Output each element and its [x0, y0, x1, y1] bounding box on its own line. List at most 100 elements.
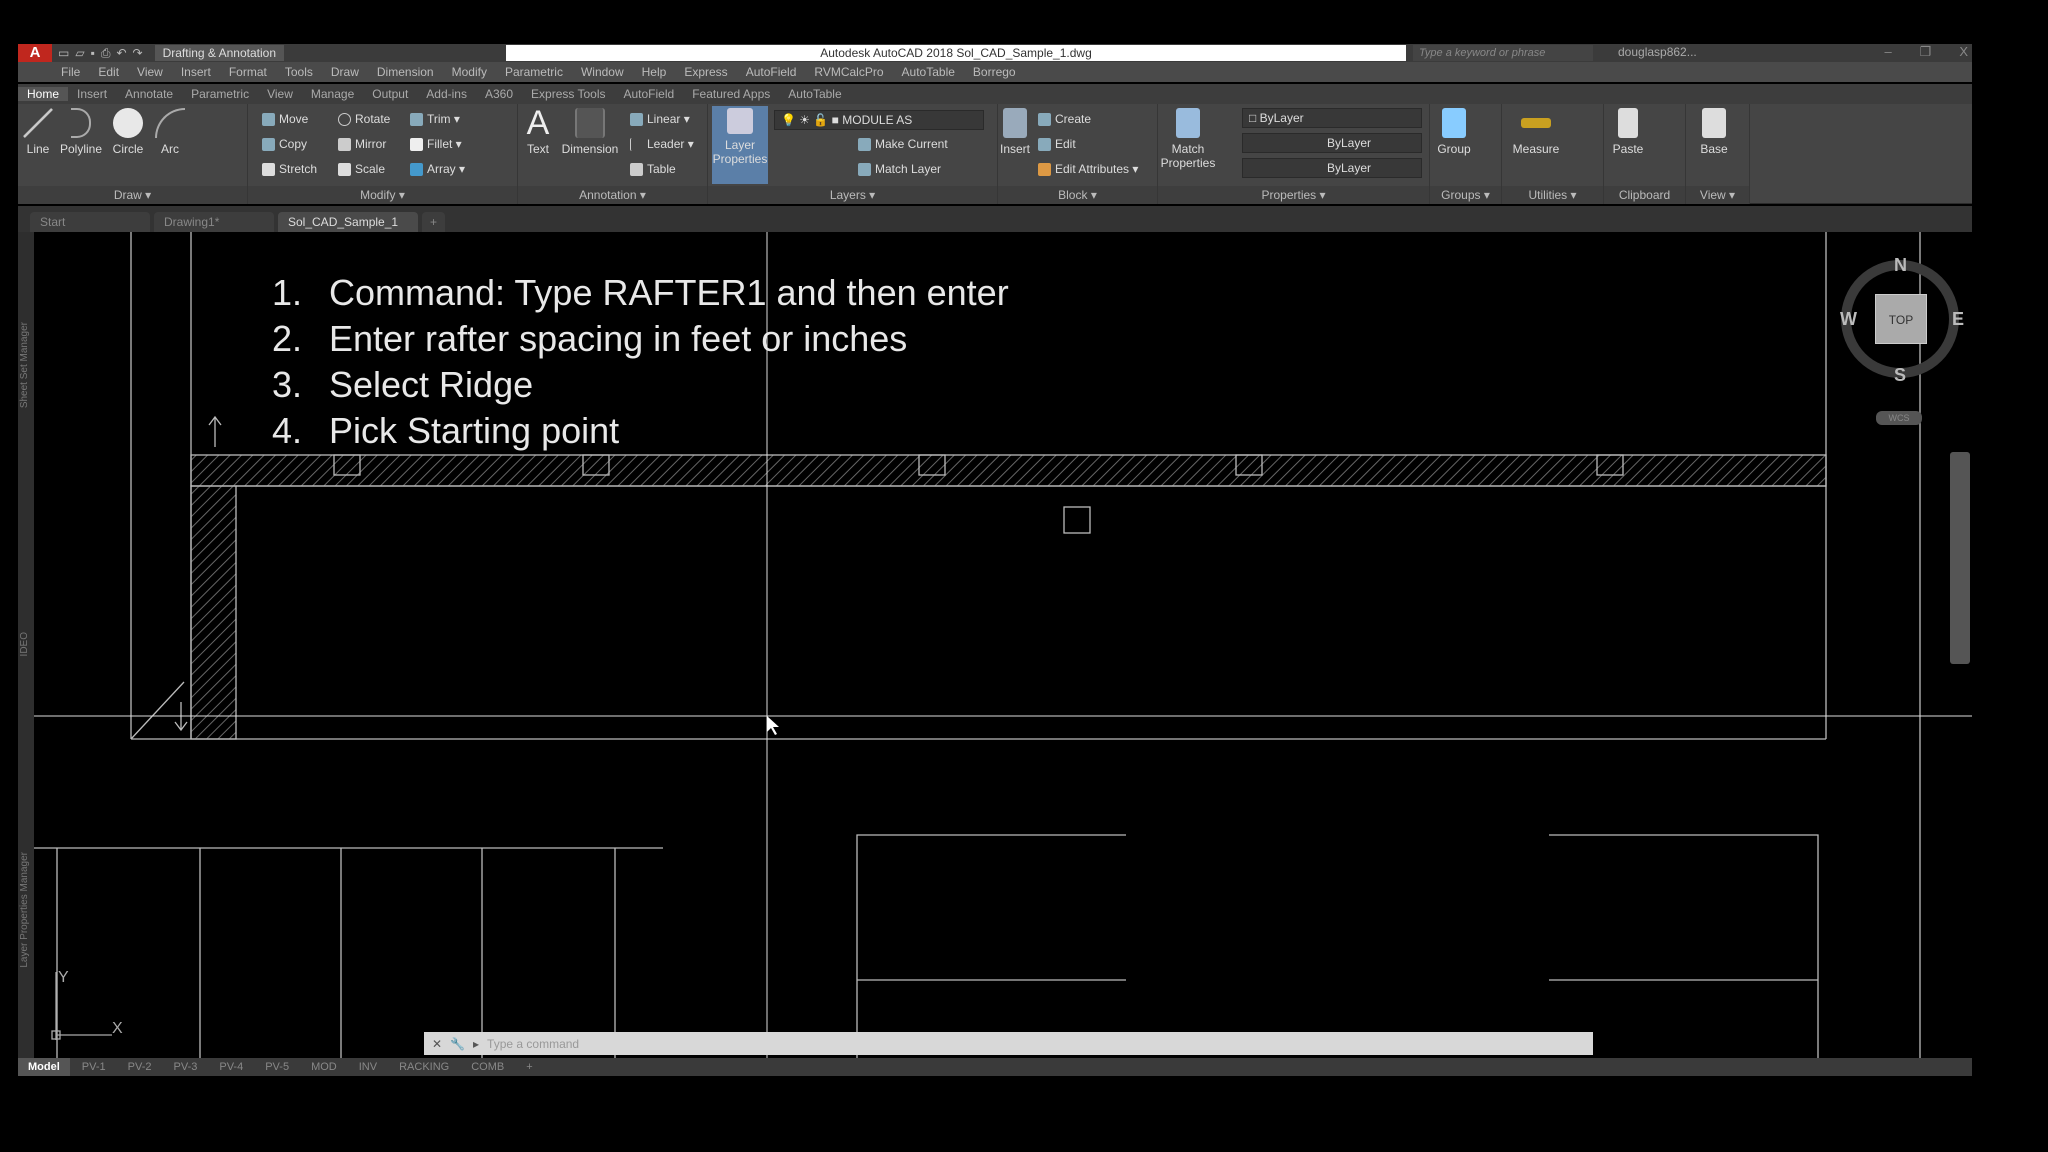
- menu-express[interactable]: Express: [675, 65, 736, 79]
- layer-dropdown[interactable]: 💡 ☀ 🔓 ■ MODULE AS: [774, 110, 984, 130]
- menu-autotable[interactable]: AutoTable: [893, 65, 964, 79]
- ideo-tab[interactable]: IDEO: [19, 632, 30, 656]
- customize-icon[interactable]: 🔧: [450, 1037, 465, 1051]
- menu-view[interactable]: View: [128, 65, 172, 79]
- scale-button[interactable]: Scale: [338, 162, 385, 176]
- utilities-panel-label[interactable]: Utilities ▾: [1502, 186, 1603, 204]
- tab-parametric[interactable]: Parametric: [182, 87, 258, 101]
- dimension-button[interactable]: Dimension: [558, 108, 622, 156]
- fillet-button[interactable]: Fillet ▾: [410, 137, 462, 151]
- groups-panel-label[interactable]: Groups ▾: [1430, 186, 1501, 204]
- menu-borrego[interactable]: Borrego: [964, 65, 1025, 79]
- minimize-button[interactable]: –: [1884, 44, 1891, 60]
- undo-icon[interactable]: ↶: [116, 46, 126, 60]
- tab-express-tools[interactable]: Express Tools: [522, 87, 614, 101]
- tab-autofield[interactable]: AutoField: [615, 87, 684, 101]
- menu-insert[interactable]: Insert: [172, 65, 220, 79]
- compass-north[interactable]: N: [1894, 255, 1907, 276]
- maximize-button[interactable]: ❐: [1920, 44, 1932, 60]
- properties-panel-label[interactable]: Properties ▾: [1158, 186, 1429, 204]
- tab-manage[interactable]: Manage: [302, 87, 363, 101]
- workspace-dropdown[interactable]: Drafting & Annotation: [154, 45, 284, 61]
- tab-autotable[interactable]: AutoTable: [779, 87, 850, 101]
- viewcube[interactable]: N S W E TOP WCS: [1840, 255, 1964, 425]
- tab-featured-apps[interactable]: Featured Apps: [683, 87, 779, 101]
- paste-button[interactable]: Paste: [1608, 108, 1648, 156]
- create-block-button[interactable]: Create: [1038, 112, 1091, 126]
- close-button[interactable]: X: [1959, 44, 1968, 60]
- draw-panel-label[interactable]: Draw ▾: [18, 186, 247, 204]
- tab-insert[interactable]: Insert: [68, 87, 116, 101]
- match-layer-button[interactable]: Match Layer: [858, 162, 941, 176]
- base-button[interactable]: Base: [1694, 108, 1734, 156]
- search-input[interactable]: Type a keyword or phrase: [1413, 45, 1593, 61]
- wcs-menu[interactable]: WCS: [1876, 411, 1922, 425]
- menu-edit[interactable]: Edit: [89, 65, 128, 79]
- linetype-dropdown[interactable]: ByLayer: [1242, 133, 1422, 153]
- stretch-button[interactable]: Stretch: [262, 162, 317, 176]
- open-icon[interactable]: ▱: [75, 46, 84, 60]
- user-account[interactable]: douglasp862...: [1618, 45, 1697, 59]
- view-panel-label[interactable]: View ▾: [1686, 186, 1749, 204]
- arc-button[interactable]: Arc: [152, 108, 188, 156]
- polyline-button[interactable]: Polyline: [56, 108, 106, 156]
- leader-button[interactable]: Leader ▾: [630, 137, 694, 151]
- lineweight-dropdown[interactable]: ByLayer: [1242, 158, 1422, 178]
- doc-tab-drawing1[interactable]: Drawing1*: [154, 212, 274, 232]
- circle-button[interactable]: Circle: [108, 108, 148, 156]
- edit-block-button[interactable]: Edit: [1038, 137, 1076, 151]
- layout-tab-mod[interactable]: MOD: [301, 1058, 347, 1076]
- modify-panel-label[interactable]: Modify ▾: [248, 186, 517, 204]
- layers-panel-label[interactable]: Layers ▾: [708, 186, 997, 204]
- new-tab-button[interactable]: +: [422, 212, 446, 232]
- compass-west[interactable]: W: [1840, 309, 1857, 330]
- menu-tools[interactable]: Tools: [276, 65, 322, 79]
- trim-button[interactable]: Trim ▾: [410, 112, 460, 126]
- redo-icon[interactable]: ↷: [133, 46, 143, 60]
- menu-modify[interactable]: Modify: [443, 65, 496, 79]
- array-button[interactable]: Array ▾: [410, 162, 465, 176]
- layout-tab-pv5[interactable]: PV-5: [255, 1058, 299, 1076]
- command-input[interactable]: Type a command: [487, 1037, 579, 1051]
- layout-tab-comb[interactable]: COMB: [461, 1058, 514, 1076]
- layout-tab-pv1[interactable]: PV-1: [72, 1058, 116, 1076]
- tab-addins[interactable]: Add-ins: [417, 87, 476, 101]
- edit-attributes-button[interactable]: Edit Attributes ▾: [1038, 162, 1138, 176]
- menu-file[interactable]: File: [52, 65, 89, 79]
- doc-tab-sol-cad-sample[interactable]: Sol_CAD_Sample_1: [278, 212, 418, 232]
- measure-button[interactable]: Measure: [1506, 108, 1566, 156]
- copy-button[interactable]: Copy: [262, 137, 307, 151]
- navigation-bar[interactable]: [1950, 452, 1970, 664]
- tab-home[interactable]: Home: [18, 87, 69, 101]
- move-button[interactable]: Move: [262, 112, 308, 126]
- menu-dimension[interactable]: Dimension: [368, 65, 443, 79]
- compass-east[interactable]: E: [1952, 309, 1964, 330]
- layer-properties-button[interactable]: Layer Properties: [712, 106, 768, 184]
- menu-rvmcalcpro[interactable]: RVMCalcPro: [805, 65, 892, 79]
- menu-format[interactable]: Format: [220, 65, 276, 79]
- compass-south[interactable]: S: [1894, 365, 1906, 386]
- text-button[interactable]: A Text: [520, 106, 556, 156]
- layout-tab-racking[interactable]: RACKING: [389, 1058, 459, 1076]
- viewcube-top-face[interactable]: TOP: [1875, 294, 1927, 344]
- layer-properties-manager-tab[interactable]: Layer Properties Manager: [19, 852, 30, 968]
- close-command-icon[interactable]: ✕: [432, 1037, 442, 1051]
- rotate-button[interactable]: Rotate: [338, 112, 390, 126]
- layout-tab-model[interactable]: Model: [18, 1058, 70, 1076]
- print-icon[interactable]: ⎙: [101, 46, 111, 61]
- doc-tab-start[interactable]: Start: [30, 212, 150, 232]
- menu-help[interactable]: Help: [633, 65, 676, 79]
- layout-tab-inv[interactable]: INV: [349, 1058, 387, 1076]
- mirror-button[interactable]: Mirror: [338, 137, 386, 151]
- match-properties-button[interactable]: Match Properties: [1160, 108, 1216, 170]
- add-layout-button[interactable]: +: [516, 1058, 542, 1076]
- insert-button[interactable]: Insert: [998, 108, 1032, 156]
- annotation-panel-label[interactable]: Annotation ▾: [518, 186, 707, 204]
- save-icon[interactable]: ▪: [91, 46, 95, 60]
- command-line[interactable]: ✕ 🔧 ▸ Type a command: [424, 1032, 1593, 1055]
- layout-tab-pv2[interactable]: PV-2: [118, 1058, 162, 1076]
- tab-a360[interactable]: A360: [476, 87, 522, 101]
- tab-output[interactable]: Output: [363, 87, 417, 101]
- linear-button[interactable]: Linear ▾: [630, 112, 690, 126]
- block-panel-label[interactable]: Block ▾: [998, 186, 1157, 204]
